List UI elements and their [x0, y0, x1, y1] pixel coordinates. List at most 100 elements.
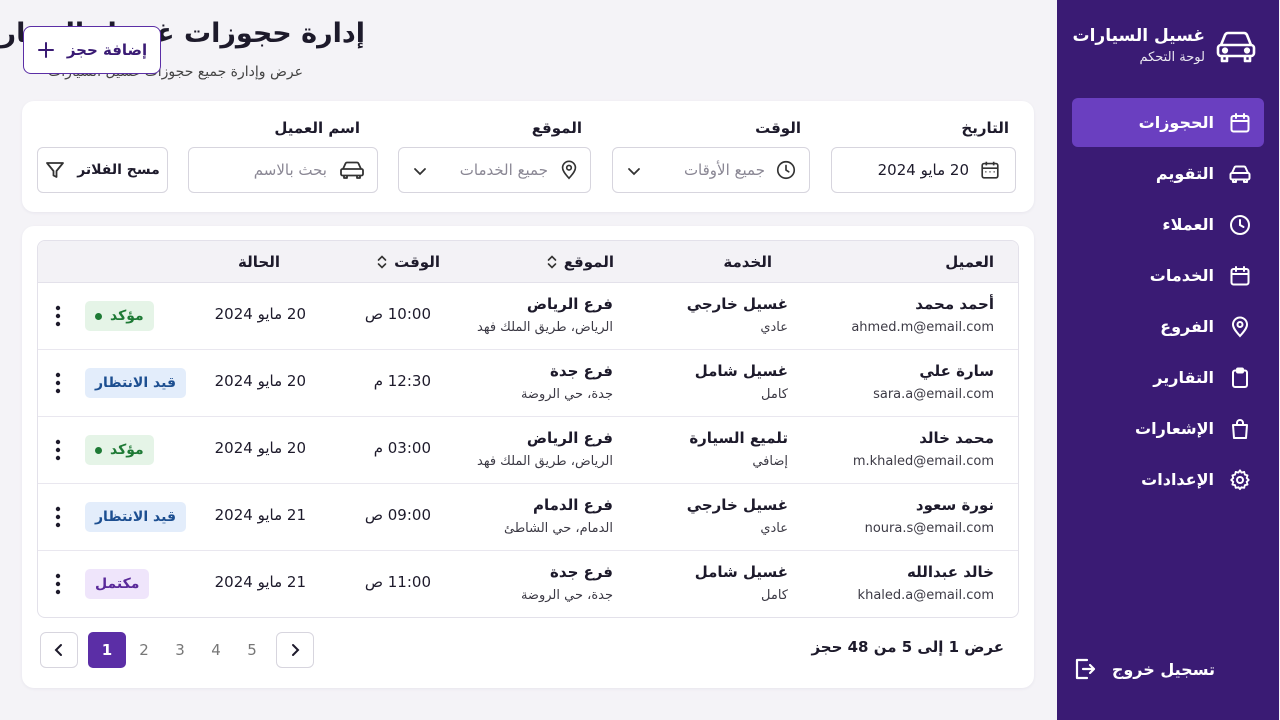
sidebar-item-label: الخدمات: [1150, 266, 1215, 285]
page-button-2[interactable]: 2: [127, 632, 163, 668]
brand-subtitle: لوحة التحكم: [1140, 50, 1206, 65]
date-filter[interactable]: 20 مايو 2024: [832, 147, 1017, 193]
customer-email: khaled.a@email.com: [858, 588, 995, 603]
branch-name: فرع الدمام: [534, 496, 614, 514]
branch-name: فرع الرياض: [527, 429, 614, 447]
customer-email: ahmed.m@email.com: [852, 320, 995, 335]
column-header-time[interactable]: الوقت: [377, 241, 441, 283]
sort-icon: [378, 255, 388, 269]
sidebar-item-label: التقويم: [1156, 164, 1215, 183]
booking-date: 20 مايو 2024: [215, 439, 307, 457]
sidebar-item-services[interactable]: الخدمات: [1073, 251, 1265, 300]
pagination: 1 2 3 4 5: [41, 632, 315, 668]
add-booking-label: إضافة حجز: [67, 41, 149, 59]
more-options-icon[interactable]: [49, 571, 69, 597]
column-header-service: الخدمة: [724, 253, 773, 271]
branch-address: الرياض، طريق الملك فهد: [478, 454, 614, 469]
chevron-right-icon: [293, 644, 301, 656]
booking-time: 12:30 م: [374, 372, 432, 390]
booking-time: 11:00 ص: [365, 573, 432, 591]
service-type: إضافي: [753, 454, 789, 469]
car-icon: [341, 161, 365, 179]
status-label: مؤكد: [111, 308, 145, 324]
location-filter-placeholder: جميع الخدمات: [460, 161, 549, 179]
branch-address: جدة، حي الروضة: [521, 588, 614, 603]
calendar-icon: [1231, 112, 1251, 132]
status-dot: [96, 312, 103, 320]
main-content: إدارة حجوزات غسيل السيارات عرض وإدارة جم…: [0, 0, 1058, 720]
page-button-3[interactable]: 3: [163, 632, 199, 668]
sidebar-nav: الحجوزات التقويم العملاء الخدمات الفروع …: [1073, 98, 1265, 506]
booking-time: 09:00 ص: [365, 506, 432, 524]
time-filter-label: الوقت: [756, 119, 802, 137]
table-row[interactable]: خالد عبدالله khaled.a@email.com غسيل شامل ك…: [39, 551, 1019, 617]
customer-filter-label: اسم العميل: [275, 119, 361, 137]
more-options-icon[interactable]: [49, 437, 69, 463]
logout-button[interactable]: تسجيل خروج: [1073, 656, 1216, 682]
location-filter-label: الموقع: [532, 119, 583, 137]
status-badge: مكتمل: [86, 569, 151, 599]
branch-name: فرع جدة: [551, 362, 614, 380]
branch-name: فرع جدة: [551, 563, 614, 581]
car-icon: [1230, 165, 1252, 183]
more-options-icon[interactable]: [49, 303, 69, 329]
filters-panel: التاريخ 20 مايو 2024 الوقت جميع الأوقات …: [23, 101, 1035, 212]
time-filter-select[interactable]: جميع الأوقات: [613, 147, 811, 193]
brand-title: غسيل السيارات: [1073, 26, 1206, 46]
status-badge: قيد الانتظار: [86, 368, 187, 398]
service-name: غسيل شامل: [695, 362, 789, 380]
booking-time: 10:00 ص: [365, 305, 432, 323]
calendar-icon: [1231, 265, 1251, 285]
chevron-down-icon: [629, 168, 641, 176]
customer-name: محمد خالد: [920, 429, 995, 447]
sidebar-item-reports[interactable]: التقارير: [1073, 353, 1265, 402]
service-type: عادي: [761, 521, 789, 536]
customer-search-field[interactable]: [189, 147, 379, 193]
sidebar-item-bookings[interactable]: الحجوزات: [1073, 98, 1265, 147]
plus-icon: [38, 42, 55, 58]
booking-date: 21 مايو 2024: [215, 506, 307, 524]
branch-address: جدة، حي الروضة: [521, 387, 614, 402]
sidebar-item-customers[interactable]: العملاء: [1073, 200, 1265, 249]
table-row[interactable]: نورة سعود noura.s@email.com غسيل خارجي عادي…: [39, 484, 1019, 551]
previous-page-button[interactable]: [41, 632, 79, 668]
filter-icon: [47, 162, 66, 178]
status-dot: [96, 446, 103, 454]
table-row[interactable]: محمد خالد m.khaled@email.com تلميع السيارة…: [39, 417, 1019, 484]
booking-date: 20 مايو 2024: [215, 372, 307, 390]
clear-filters-button[interactable]: مسح الفلاتر: [38, 147, 169, 193]
chevron-left-icon: [55, 644, 63, 656]
page-button-4[interactable]: 4: [199, 632, 235, 668]
more-options-icon[interactable]: [49, 370, 69, 396]
page-button-5[interactable]: 5: [235, 632, 271, 668]
table-row[interactable]: سارة علي sara.a@email.com غسيل شامل كامل فرع…: [39, 350, 1019, 417]
sidebar-item-label: الحجوزات: [1139, 113, 1215, 132]
sidebar-item-settings[interactable]: الإعدادات: [1073, 455, 1265, 504]
column-header-status: الحالة: [239, 253, 281, 271]
next-page-button[interactable]: [277, 632, 315, 668]
branch-address: الدمام، حي الشاطئ: [504, 521, 614, 536]
table-row[interactable]: أحمد محمد ahmed.m@email.com غسيل خارجي عادي…: [39, 283, 1019, 350]
add-booking-button[interactable]: إضافة حجز: [24, 26, 162, 74]
service-name: غسيل خارجي: [687, 295, 789, 313]
pagination-summary: عرض 1 إلى 5 من 48 حجز: [812, 638, 1005, 656]
customer-name: خالد عبدالله: [908, 563, 995, 581]
sort-icon: [548, 255, 557, 269]
booking-time: 03:00 م: [374, 439, 432, 457]
booking-date: 20 مايو 2024: [215, 305, 307, 323]
location-filter-select[interactable]: جميع الخدمات: [399, 147, 592, 193]
page-button-1[interactable]: 1: [89, 632, 127, 668]
sidebar-item-calendar[interactable]: التقويم: [1073, 149, 1265, 198]
sidebar-item-label: الإعدادات: [1142, 470, 1215, 489]
branch-address: الرياض، طريق الملك فهد: [478, 320, 614, 335]
sidebar-item-branches[interactable]: الفروع: [1073, 302, 1265, 351]
more-options-icon[interactable]: [49, 504, 69, 530]
column-header-location[interactable]: الموقع: [547, 241, 615, 283]
location-pin-icon: [1232, 316, 1250, 337]
customer-search-input[interactable]: [218, 161, 328, 179]
customer-email: noura.s@email.com: [865, 521, 995, 536]
date-filter-value: 20 مايو 2024: [878, 161, 970, 179]
sidebar-item-notifications[interactable]: الإشعارات: [1073, 404, 1265, 453]
logout-icon: [1076, 658, 1096, 680]
service-name: تلميع السيارة: [690, 429, 789, 447]
